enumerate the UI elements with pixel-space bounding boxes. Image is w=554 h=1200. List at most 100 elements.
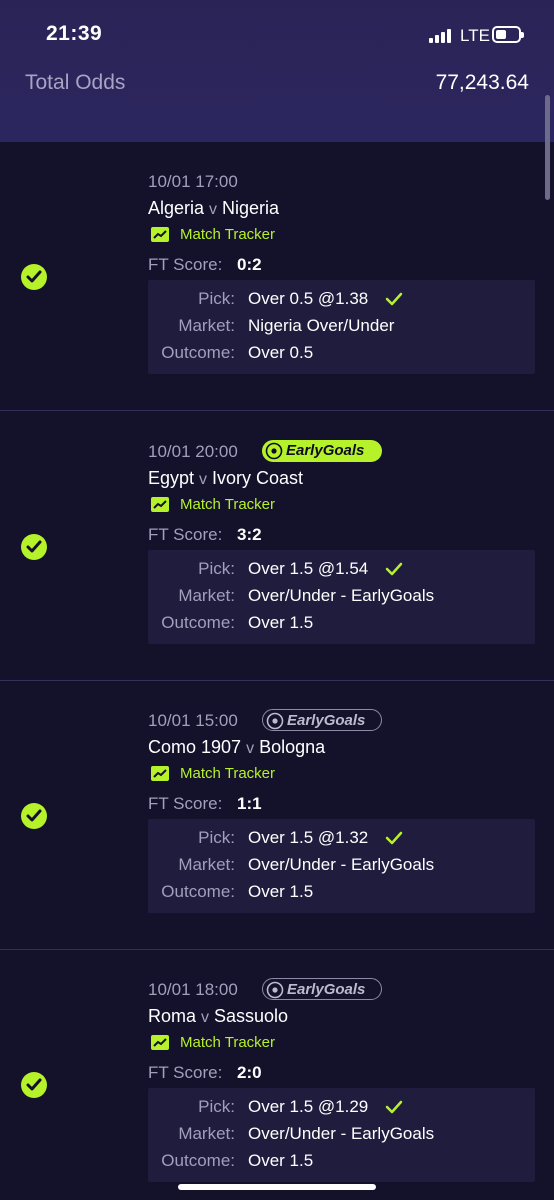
won-check-icon [385,831,403,845]
soccer-ball-icon [266,712,284,730]
versus-separator: v [209,201,218,218]
bet-details: Pick: Over 0.5 @1.38 Market: Nigeria Ove… [148,280,535,374]
early-goals-label: EarlyGoals [286,442,365,459]
early-goals-label: EarlyGoals [287,981,366,998]
check-circle-icon [21,1072,47,1098]
network-type: LTE [460,26,490,45]
won-check-icon [385,1100,403,1114]
soccer-ball-icon [266,981,284,999]
ft-score-value: 0:2 [237,255,262,274]
match-teams[interactable]: Egypt v Ivory Coast [148,468,303,489]
pick-label: Pick: [198,289,235,308]
total-odds-value: 77,243.64 [435,71,529,94]
trend-chart-icon [151,227,169,242]
pick-value: Over 1.5 @1.32 [248,828,369,847]
market-row: Market: Over/Under - EarlyGoals [148,586,535,613]
market-value: Over/Under - EarlyGoals [248,1124,435,1143]
ft-score-value: 3:2 [237,525,262,544]
market-label: Market: [178,855,235,874]
outcome-row: Outcome: Over 1.5 [148,882,535,909]
match-tracker-label: Match Tracker [180,226,276,243]
pick-row: Pick: Over 1.5 @1.32 [148,828,535,855]
trend-chart-icon [151,497,169,512]
market-row: Market: Over/Under - EarlyGoals [148,855,535,882]
trend-chart-icon [151,766,169,781]
versus-separator: v [199,471,208,488]
pick-label: Pick: [198,1097,235,1116]
ft-score-label: FT Score: [148,1063,223,1082]
outcome-label: Outcome: [161,882,235,901]
pick-value: Over 1.5 @1.54 [248,559,369,578]
market-value: Over/Under - EarlyGoals [248,586,435,605]
away-team: Sassuolo [214,1006,289,1026]
market-value: Over/Under - EarlyGoals [248,855,435,874]
outcome-row: Outcome: Over 1.5 [148,613,535,640]
pick-value: Over 1.5 @1.29 [248,1097,369,1116]
away-team: Bologna [259,737,326,757]
away-team: Ivory Coast [212,468,304,488]
home-team: Algeria [148,198,205,218]
battery-icon [492,26,524,43]
market-label: Market: [178,1124,235,1143]
home-team: Como 1907 [148,737,242,757]
early-goals-badge: EarlyGoals [262,978,382,1000]
ft-score-label: FT Score: [148,794,223,813]
early-goals-badge: EarlyGoals [262,440,382,462]
outcome-value: Over 1.5 [248,882,314,901]
pick-row: Pick: Over 0.5 @1.38 [148,289,535,316]
home-indicator[interactable] [178,1184,376,1190]
match-teams[interactable]: Algeria v Nigeria [148,198,279,219]
outcome-row: Outcome: Over 1.5 [148,1151,535,1178]
bet-item: 10/01 15:00 EarlyGoals Como 1907 v Bologna… [0,680,554,949]
bet-item: 10/01 20:00 EarlyGoals Egypt v Ivory Coast… [0,410,554,680]
market-value: Nigeria Over/Under [248,316,395,335]
outcome-row: Outcome: Over 0.5 [148,343,535,370]
bet-details: Pick: Over 1.5 @1.29 Market: Over/Under … [148,1088,535,1182]
outcome-label: Outcome: [161,613,235,632]
match-tracker-label: Match Tracker [180,765,276,782]
cellular-signal-icon [429,29,455,43]
outcome-label: Outcome: [161,1151,235,1170]
won-check-icon [385,292,403,306]
early-goals-label: EarlyGoals [287,712,366,729]
outcome-label: Outcome: [161,343,235,362]
ft-score-label: FT Score: [148,525,223,544]
match-tracker-label: Match Tracker [180,496,276,513]
home-team: Egypt [148,468,195,488]
home-team: Roma [148,1006,197,1026]
market-row: Market: Nigeria Over/Under [148,316,535,343]
outcome-value: Over 1.5 [248,1151,314,1170]
status-bar: 21:39 LTE [0,0,554,70]
versus-separator: v [246,740,255,757]
trend-chart-icon [151,1035,169,1050]
pick-row: Pick: Over 1.5 @1.29 [148,1097,535,1124]
market-row: Market: Over/Under - EarlyGoals [148,1124,535,1151]
match-teams[interactable]: Roma v Sassuolo [148,1006,288,1027]
ft-score-value: 2:0 [237,1063,262,1082]
outcome-value: Over 0.5 [248,343,314,362]
soccer-ball-icon [265,442,283,460]
total-odds-label: Total Odds [25,71,126,94]
early-goals-badge: EarlyGoals [262,709,382,731]
won-check-icon [385,562,403,576]
bet-item: 10/01 18:00 EarlyGoals Roma v Sassuolo Mat… [0,949,554,1200]
check-circle-icon [21,264,47,290]
match-datetime: 10/01 17:00 [148,172,238,191]
pick-value: Over 0.5 @1.38 [248,289,369,308]
match-datetime: 10/01 18:00 [148,980,238,999]
ft-score-label: FT Score: [148,255,223,274]
ft-score-value: 1:1 [237,794,262,813]
pick-row: Pick: Over 1.5 @1.54 [148,559,535,586]
outcome-value: Over 1.5 [248,613,314,632]
match-teams[interactable]: Como 1907 v Bologna [148,737,325,758]
bet-details: Pick: Over 1.5 @1.54 Market: Over/Under … [148,550,535,644]
check-circle-icon [21,803,47,829]
bet-slip-header: 21:39 LTE Total Odds 77,243.64 [0,0,554,142]
pick-label: Pick: [198,559,235,578]
away-team: Nigeria [222,198,280,218]
check-circle-icon [21,534,47,560]
market-label: Market: [178,316,235,335]
pick-label: Pick: [198,828,235,847]
bet-details: Pick: Over 1.5 @1.32 Market: Over/Under … [148,819,535,913]
match-tracker-label: Match Tracker [180,1034,276,1051]
